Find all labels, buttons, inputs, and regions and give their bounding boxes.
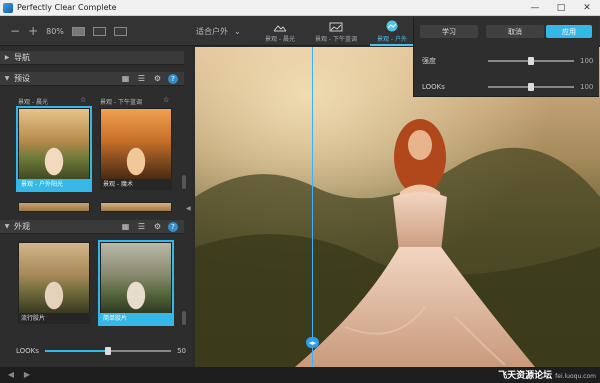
slider-value: 50 bbox=[177, 347, 186, 355]
look-thumbnail[interactable]: 简单胶片 bbox=[98, 240, 174, 326]
landscape-icon bbox=[273, 25, 287, 32]
slider-handle[interactable] bbox=[528, 83, 534, 91]
slider-track[interactable] bbox=[488, 83, 574, 91]
split-view-button[interactable] bbox=[113, 26, 127, 36]
slider-fill bbox=[44, 350, 108, 352]
star-icon[interactable]: ☆ bbox=[80, 96, 86, 104]
thumbnail-image bbox=[101, 203, 171, 211]
thumbnail-caption: 景观 - 魔术 bbox=[100, 179, 172, 190]
preset-dropdown[interactable]: 适合户外 ⌄ bbox=[196, 16, 241, 46]
compare-split-line[interactable] bbox=[312, 47, 313, 367]
collapse-sidebar-icon[interactable]: ◀ bbox=[186, 205, 191, 212]
slider-track[interactable] bbox=[44, 347, 172, 355]
gear-icon[interactable]: ⚙ bbox=[152, 74, 163, 83]
preset-dropdown-value: 适合户外 bbox=[196, 26, 228, 36]
preset-thumbnail[interactable] bbox=[18, 202, 90, 212]
grid-view-icon[interactable]: ▦ bbox=[120, 74, 131, 83]
star-icon[interactable]: ☆ bbox=[163, 96, 169, 104]
title-bar: Perfectly Clear Complete — □ ✕ bbox=[0, 0, 600, 16]
landscape-icon bbox=[329, 22, 343, 32]
slider-fill bbox=[488, 86, 531, 88]
tab-preset-3[interactable]: 景观 - 户外 bbox=[364, 16, 420, 46]
thumbnail-caption: 流行胶片 bbox=[18, 313, 90, 324]
section-title: 预设 bbox=[14, 74, 30, 83]
section-header-looks[interactable]: ▼ 外观 ▦ ☰ ⚙ ? bbox=[0, 220, 184, 234]
thumbnail-caption: 景观 - 户外阳光 bbox=[18, 179, 90, 190]
preset-row-label: 景观 - 下午蓝调 bbox=[100, 99, 142, 106]
next-image-icon[interactable]: ▶ bbox=[20, 370, 34, 380]
cancel-button[interactable]: 取消 bbox=[486, 25, 544, 38]
thumbnail-caption: 简单胶片 bbox=[100, 313, 172, 324]
close-button[interactable]: ✕ bbox=[574, 3, 600, 13]
single-view-button[interactable] bbox=[71, 26, 85, 36]
grid-view-icon[interactable]: ▦ bbox=[120, 222, 131, 231]
split-handle-icon[interactable]: ◂▸ bbox=[306, 337, 319, 348]
section-title: 外观 bbox=[14, 222, 30, 231]
zoom-in-button[interactable]: + bbox=[28, 24, 38, 38]
preset-thumbnail[interactable] bbox=[100, 202, 172, 212]
gear-icon[interactable]: ⚙ bbox=[152, 222, 163, 231]
learn-button[interactable]: 学习 bbox=[420, 25, 478, 38]
tab-preset-2[interactable]: 景观 - 下午蓝调 bbox=[308, 16, 364, 46]
status-bar: ◀ ▶ 飞天资源论坛 fei.luoqu.com bbox=[0, 367, 600, 383]
thumbnail-image bbox=[19, 109, 89, 179]
help-icon[interactable]: ? bbox=[168, 73, 178, 84]
looks-scrollbar[interactable] bbox=[182, 311, 186, 325]
slider-handle[interactable] bbox=[528, 57, 534, 65]
zoom-controls: − + 80% bbox=[10, 16, 127, 46]
apply-button[interactable]: 应用 bbox=[546, 25, 592, 38]
slider-label: LOOKs bbox=[16, 347, 39, 355]
previous-image-icon[interactable]: ◀ bbox=[4, 370, 18, 380]
thumbnail-image bbox=[19, 203, 89, 211]
slider-label: 强度 bbox=[422, 57, 436, 65]
list-view-icon[interactable]: ☰ bbox=[136, 222, 147, 231]
slider-value: 100 bbox=[580, 57, 594, 65]
looks-slider[interactable]: LOOKs 100 bbox=[422, 82, 594, 92]
watermark-text: 飞天资源论坛 bbox=[498, 371, 553, 381]
window-title: Perfectly Clear Complete bbox=[17, 3, 117, 12]
landscape-icon bbox=[386, 20, 398, 32]
zoom-level: 80% bbox=[46, 26, 64, 36]
strength-slider[interactable]: 强度 100 bbox=[422, 56, 594, 66]
slider-track[interactable] bbox=[488, 57, 574, 65]
adjustment-panel: 学习 取消 应用 强度 100 LOOKs 100 bbox=[413, 17, 599, 97]
left-sidebar: ▶ 导航 ▼ 预设 ▦ ☰ ⚙ ? 景观 - 晨光 ☆ 景观 - 下午蓝调 ☆ … bbox=[0, 47, 192, 367]
thumbnail-image bbox=[101, 243, 171, 313]
maximize-button[interactable]: □ bbox=[548, 3, 574, 13]
section-header-navigation[interactable]: ▶ 导航 bbox=[0, 51, 184, 65]
chevron-down-icon: ⌄ bbox=[234, 26, 241, 36]
looks-strength-slider[interactable]: LOOKs 50 bbox=[16, 345, 186, 357]
preset-tabs: 景观 - 晨光 景观 - 下午蓝调 景观 - 户外 bbox=[252, 16, 420, 46]
zoom-out-button[interactable]: − bbox=[10, 24, 20, 38]
tab-label: 景观 - 户外 bbox=[377, 36, 407, 43]
presets-scrollbar[interactable] bbox=[182, 175, 186, 189]
preset-thumbnail[interactable]: 景观 - 魔术 bbox=[100, 108, 172, 190]
collapse-icon: ▼ bbox=[4, 223, 10, 230]
look-thumbnail[interactable]: 流行胶片 bbox=[18, 242, 90, 324]
tab-preset-1[interactable]: 景观 - 晨光 bbox=[252, 16, 308, 46]
app-icon bbox=[3, 2, 13, 13]
expand-icon: ▶ bbox=[4, 54, 10, 61]
preset-thumbnail[interactable]: 景观 - 户外阳光 bbox=[16, 106, 92, 192]
watermark-url: fei.luoqu.com bbox=[555, 373, 596, 380]
help-icon[interactable]: ? bbox=[168, 221, 178, 232]
slider-value: 100 bbox=[580, 83, 594, 91]
thumbnail-image bbox=[101, 109, 171, 179]
collapse-icon: ▼ bbox=[4, 75, 10, 82]
preset-row-label: 景观 - 晨光 bbox=[18, 99, 48, 106]
slider-handle[interactable] bbox=[105, 347, 111, 355]
section-header-presets[interactable]: ▼ 预设 ▦ ☰ ⚙ ? bbox=[0, 72, 184, 86]
slider-fill bbox=[488, 60, 531, 62]
slider-label: LOOKs bbox=[422, 83, 445, 91]
tab-label: 景观 - 晨光 bbox=[265, 36, 295, 43]
minimize-button[interactable]: — bbox=[522, 3, 548, 13]
tab-label: 景观 - 下午蓝调 bbox=[315, 36, 357, 43]
list-view-icon[interactable]: ☰ bbox=[136, 74, 147, 83]
section-title: 导航 bbox=[14, 53, 30, 62]
side-by-side-view-button[interactable] bbox=[92, 26, 106, 36]
watermark: 飞天资源论坛 fei.luoqu.com bbox=[498, 368, 596, 381]
thumbnail-image bbox=[19, 243, 89, 313]
